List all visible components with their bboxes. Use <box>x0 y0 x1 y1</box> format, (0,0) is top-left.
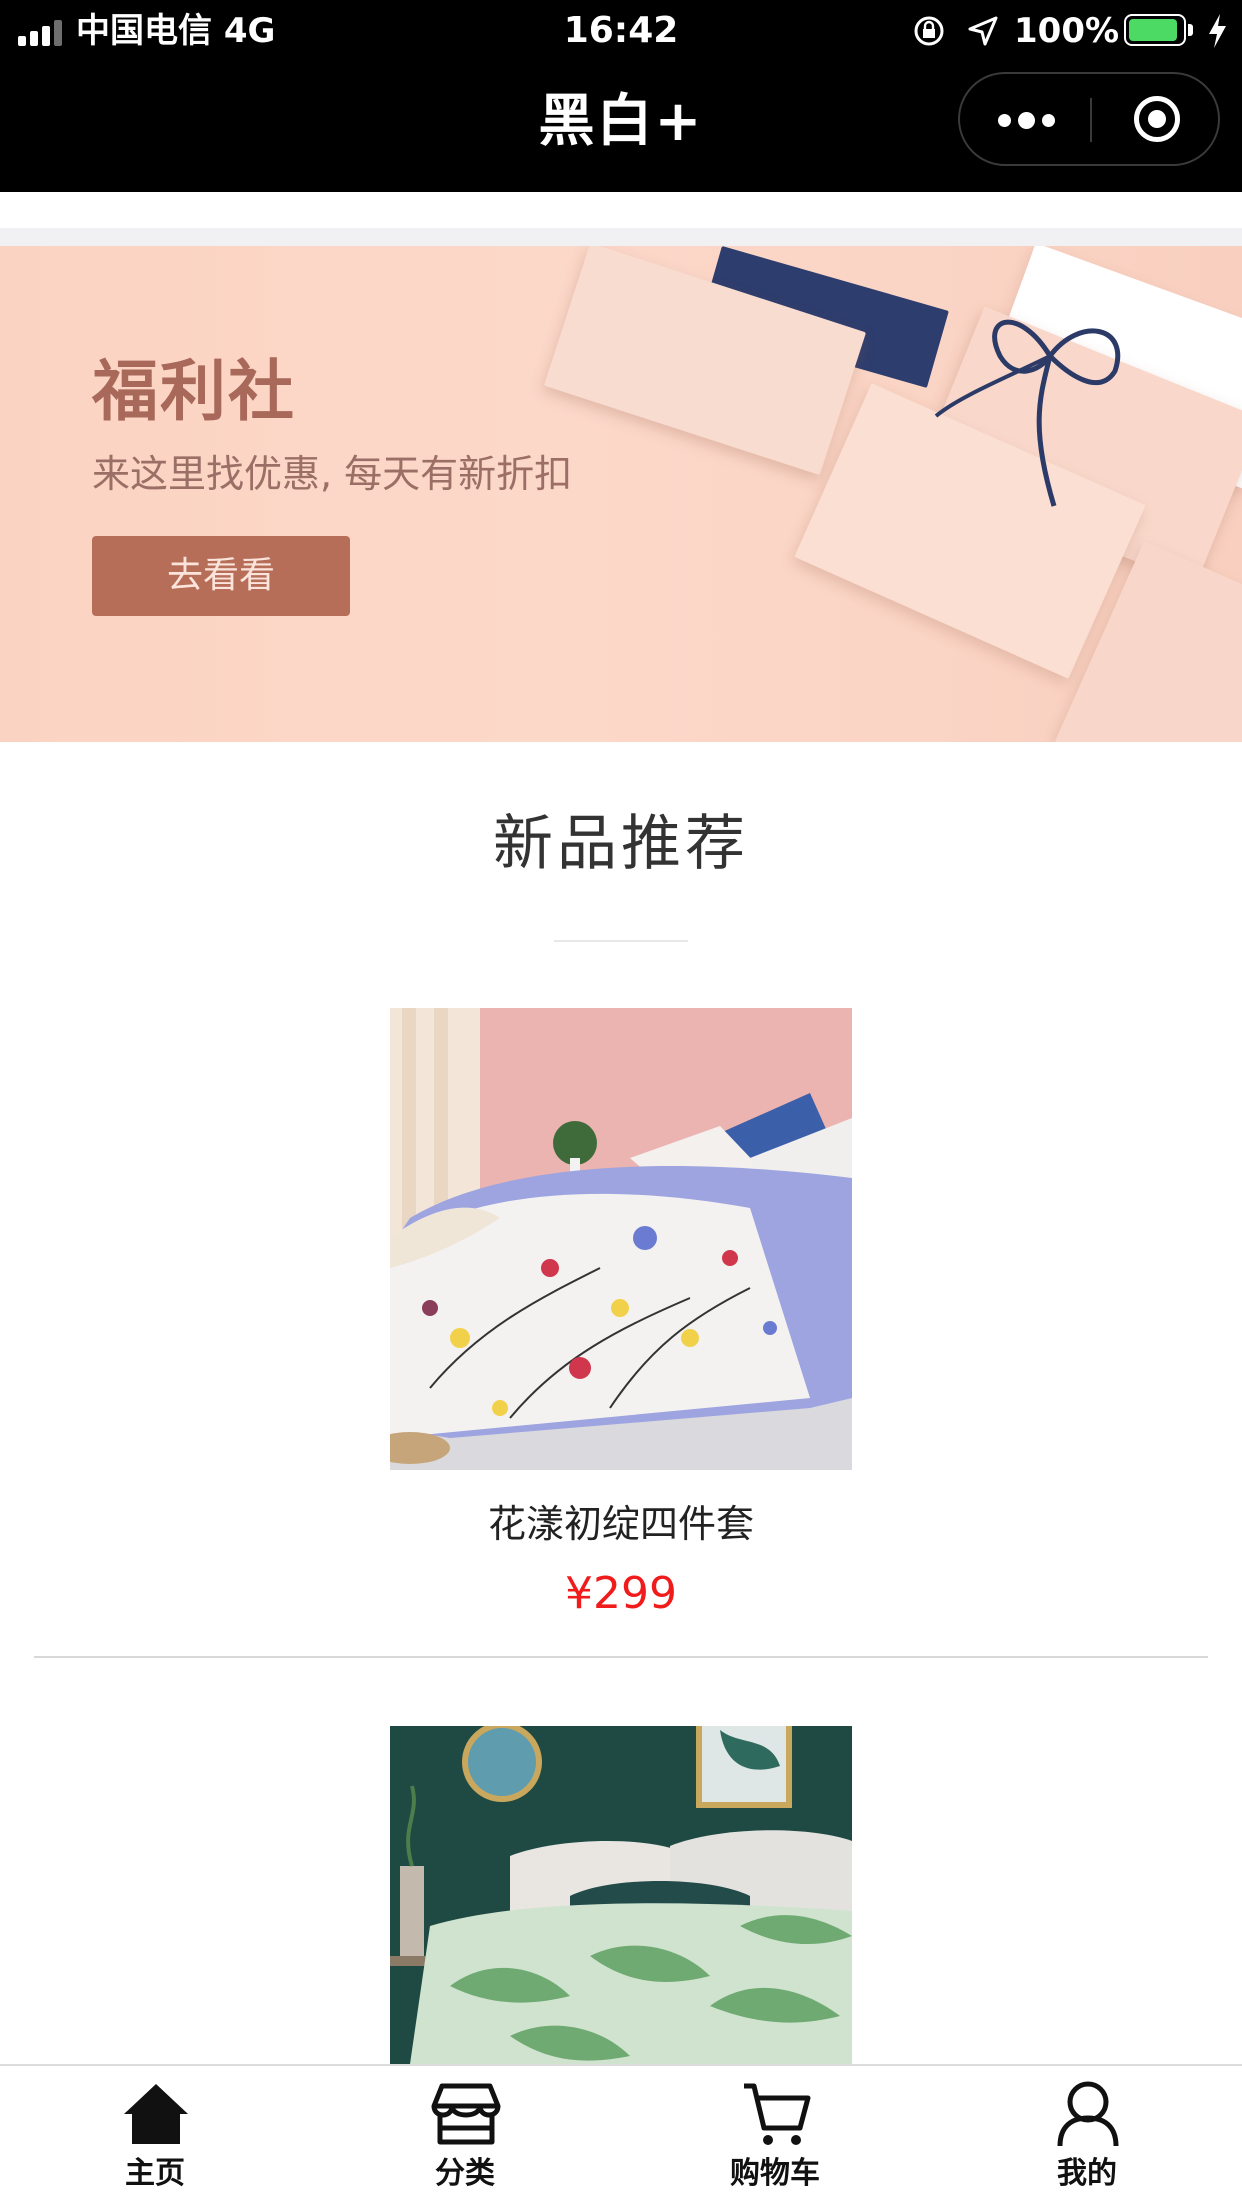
status-bar: 中国电信 4G 16:42 100% <box>0 0 1242 62</box>
nav-bar: 黑白+ <box>0 62 1242 192</box>
tab-label: 我的 <box>1057 2156 1117 2191</box>
tab-label: 购物车 <box>730 2156 820 2191</box>
user-icon <box>1057 2081 1119 2147</box>
more-button[interactable] <box>960 74 1090 164</box>
product-image[interactable] <box>390 1008 852 1470</box>
banner-cta-button[interactable]: 去看看 <box>92 536 350 616</box>
content-top-gap <box>0 192 1242 228</box>
battery-percent: 100% <box>1014 11 1120 51</box>
product-name[interactable]: 花漾初绽四件套 <box>0 1500 1242 1548</box>
tab-mine[interactable]: 我的 <box>932 2066 1242 2208</box>
charging-bolt-icon <box>1209 14 1226 48</box>
battery-icon <box>1124 14 1196 48</box>
section-separator <box>0 228 1242 246</box>
home-icon <box>124 2084 188 2144</box>
tab-cart[interactable]: 购物车 <box>620 2066 930 2208</box>
location-arrow-icon <box>968 16 998 46</box>
mini-program-capsule <box>958 72 1220 166</box>
tab-home[interactable]: 主页 <box>0 2066 310 2208</box>
tab-category[interactable]: 分类 <box>310 2066 620 2208</box>
store-icon <box>431 2083 501 2145</box>
promo-banner[interactable]: 福利社 来这里找优惠, 每天有新折扣 去看看 <box>0 246 1242 742</box>
banner-title: 福利社 <box>92 353 296 430</box>
bottom-tab-bar: 主页 分类 购物车 我的 <box>0 2064 1242 2208</box>
section-underline <box>554 940 688 942</box>
ribbon-bow-icon <box>934 319 1121 507</box>
product-image[interactable] <box>390 1726 852 2064</box>
bedding-photo <box>390 1008 852 1470</box>
cart-icon <box>744 2083 811 2145</box>
tab-label: 主页 <box>125 2156 185 2191</box>
rotation-lock-icon <box>914 16 944 46</box>
close-button[interactable] <box>1092 74 1220 164</box>
banner-subtitle: 来这里找优惠, 每天有新折扣 <box>92 452 573 496</box>
product-divider <box>34 1656 1208 1658</box>
section-title: 新品推荐 <box>493 809 749 879</box>
product-price: ¥299 <box>565 1568 677 1619</box>
more-dots-icon <box>998 114 1011 127</box>
tab-label: 分类 <box>435 2156 495 2191</box>
bedding-photo <box>390 1726 852 2064</box>
